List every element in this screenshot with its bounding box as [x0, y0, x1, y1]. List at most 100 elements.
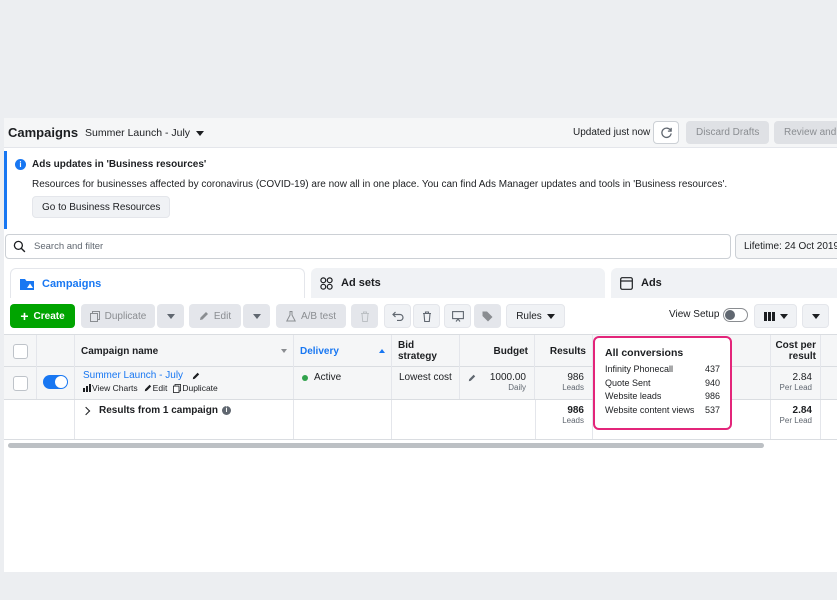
row-checkbox-cell: [4, 367, 37, 399]
toolbar: + Create Duplicate Edit A/B test Rules V…: [4, 298, 837, 332]
undo-icon: [391, 311, 404, 321]
view-charts-link[interactable]: View Charts: [83, 383, 138, 393]
chevron-down-icon: [811, 313, 820, 319]
conversion-row: Quote Sent 940: [605, 377, 720, 391]
tag-button[interactable]: [474, 304, 501, 328]
ad-sets-icon: [320, 276, 333, 290]
go-to-business-resources-button[interactable]: Go to Business Resources: [32, 196, 171, 218]
duplicate-button[interactable]: Duplicate: [81, 304, 155, 328]
search-icon: [13, 240, 26, 253]
chevron-down-icon: [252, 313, 261, 319]
notice-title: Ads updates in 'Business resources': [32, 159, 207, 170]
select-all-checkbox[interactable]: [12, 343, 28, 359]
column-bid-strategy[interactable]: Bid strategy: [392, 335, 460, 367]
conversion-value: 986: [704, 391, 720, 401]
summary-label: Results from 1 campaign: [99, 405, 218, 416]
info-icon: i: [15, 159, 26, 170]
delete-button[interactable]: [413, 304, 440, 328]
horizontal-scrollbar[interactable]: [8, 443, 764, 448]
column-cost-per-result[interactable]: Cost per result: [771, 335, 821, 367]
header-checkbox-cell: [4, 335, 37, 367]
search-input[interactable]: [34, 239, 714, 254]
column-extra: [821, 335, 837, 367]
summary-cost-value: 2.84: [792, 405, 812, 416]
view-setup-toggle[interactable]: [723, 308, 748, 322]
edit-menu-button[interactable]: [243, 304, 270, 328]
preview-button[interactable]: [444, 304, 471, 328]
conversion-row: Website leads 986: [605, 390, 720, 404]
tab-campaigns-label: Campaigns: [42, 277, 102, 290]
column-campaign-name[interactable]: Campaign name: [75, 335, 294, 367]
notice-banner: i Ads updates in 'Business resources' Re…: [4, 151, 837, 229]
rules-label: Rules: [516, 310, 542, 322]
updated-status: Updated just now: [573, 127, 651, 138]
summary-cost-type: Per Lead: [779, 416, 812, 425]
column-delivery[interactable]: Delivery: [294, 335, 392, 367]
status-dot-icon: [302, 375, 308, 381]
duplicate-icon: [173, 383, 182, 393]
plus-icon: +: [20, 308, 29, 324]
campaign-selector-label: Summer Launch - July: [85, 127, 191, 139]
notice-text: Resources for businesses affected by cor…: [32, 179, 728, 190]
rules-button[interactable]: Rules: [506, 304, 565, 328]
budget-cell[interactable]: 1000.00 Daily: [460, 367, 535, 399]
preview-icon: [451, 310, 464, 322]
info-icon: i: [221, 406, 231, 415]
delivery-status: Active: [314, 372, 342, 383]
chevron-down-icon: [546, 313, 555, 319]
chevron-down-icon: [166, 313, 175, 319]
campaign-selector[interactable]: Summer Launch - July: [85, 127, 205, 139]
conversion-value: 537: [704, 404, 720, 415]
column-delivery-label: Delivery: [300, 345, 339, 357]
summary-label-cell[interactable]: Results from 1 campaign i: [75, 400, 294, 439]
edit-label: Edit: [213, 310, 232, 322]
duplicate-link[interactable]: Duplicate: [173, 383, 218, 393]
budget-type: Daily: [508, 383, 526, 392]
results-value: 986: [567, 372, 584, 383]
search-bar[interactable]: [5, 234, 731, 259]
trash-icon: [360, 311, 369, 322]
pencil-icon[interactable]: [192, 372, 200, 380]
duplicate-label: Duplicate: [104, 310, 147, 322]
trash-icon: [422, 310, 431, 322]
campaign-name-cell: Summer Launch - July View Charts Edit Du…: [75, 367, 294, 399]
create-button[interactable]: + Create: [10, 304, 75, 328]
breakdown-button[interactable]: [802, 304, 829, 328]
tab-ads[interactable]: Ads: [611, 268, 837, 298]
column-budget[interactable]: Budget: [460, 335, 535, 367]
edit-button[interactable]: Edit: [189, 304, 241, 328]
duplicate-menu-button[interactable]: [157, 304, 184, 328]
tab-campaigns[interactable]: Campaigns: [10, 268, 305, 298]
undo-button[interactable]: [384, 304, 411, 328]
summary-results-type: Leads: [562, 416, 584, 425]
folder-icon: [20, 278, 34, 290]
columns-button[interactable]: [754, 304, 797, 328]
review-button[interactable]: Review and: [774, 121, 837, 144]
campaign-on-off-toggle[interactable]: [43, 375, 68, 389]
delivery-cell: Active: [294, 367, 392, 399]
bid-strategy-cell: Lowest cost: [392, 367, 460, 399]
ab-test-button[interactable]: A/B test: [276, 304, 346, 328]
search-row: Lifetime: 24 Oct 2019: [4, 234, 837, 260]
cost-cell: 2.84 Per Lead: [771, 367, 821, 399]
conversion-row: Website content views 537: [605, 404, 720, 418]
delete-draft-button[interactable]: [351, 304, 378, 328]
results-cell: 986 Leads: [535, 367, 593, 399]
row-checkbox[interactable]: [12, 375, 28, 391]
conversion-row: Infinity Phonecall 437: [605, 363, 720, 377]
date-range-selector[interactable]: Lifetime: 24 Oct 2019: [735, 234, 837, 259]
discard-drafts-button[interactable]: Discard Drafts: [686, 121, 770, 144]
campaign-name-link[interactable]: Summer Launch - July: [83, 370, 183, 381]
all-conversions-popup: All conversions Infinity Phonecall 437 Qu…: [593, 336, 732, 430]
column-results[interactable]: Results: [535, 335, 593, 367]
summary-cost-cell: 2.84 Per Lead: [771, 400, 821, 439]
page-title: Campaigns: [8, 125, 79, 140]
tab-ad-sets[interactable]: Ad sets: [311, 268, 605, 298]
toggle-knob: [725, 310, 735, 320]
pencil-icon: [144, 384, 151, 392]
edit-link[interactable]: Edit: [144, 383, 167, 393]
column-campaign-name-label: Campaign name: [81, 345, 159, 357]
refresh-button[interactable]: [653, 121, 679, 144]
summary-results-value: 986: [567, 405, 584, 416]
header-toggle-cell: [37, 335, 75, 367]
